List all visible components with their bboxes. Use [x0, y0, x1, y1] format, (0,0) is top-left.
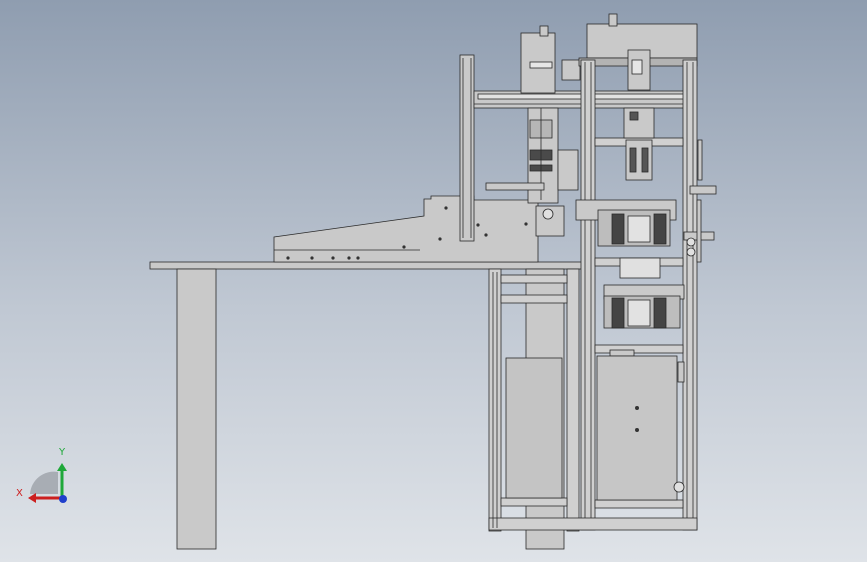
cad-viewport[interactable]: X Y [0, 0, 867, 562]
y-axis-arrowhead [57, 463, 67, 471]
y-axis-label: Y [58, 447, 66, 458]
coordinate-triad: X Y [16, 447, 67, 503]
x-axis-arrowhead [28, 493, 36, 503]
z-axis-dot [59, 495, 67, 503]
x-axis-label: X [16, 488, 23, 499]
triad-plane [30, 471, 58, 494]
